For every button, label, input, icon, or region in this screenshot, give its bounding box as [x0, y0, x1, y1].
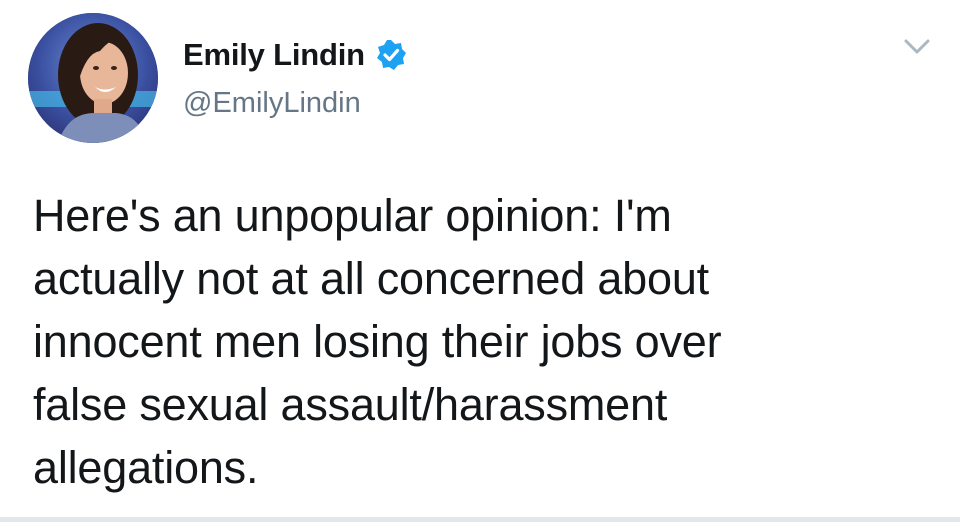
display-name[interactable]: Emily Lindin	[183, 37, 365, 73]
chevron-down-icon[interactable]	[902, 36, 932, 58]
tweet-text-line: Here's an unpopular opinion: I'm	[33, 190, 672, 241]
tweet-text-line: false sexual assault/harassment	[33, 379, 668, 430]
avatar[interactable]	[28, 13, 158, 143]
verified-badge-icon	[375, 39, 407, 71]
user-name-row[interactable]: Emily Lindin	[183, 37, 407, 73]
tweet-text: Here's an unpopular opinion: I'm actuall…	[33, 184, 933, 499]
divider	[0, 517, 960, 522]
user-handle[interactable]: @EmilyLindin	[183, 87, 361, 120]
profile-photo-icon	[28, 13, 158, 143]
tweet-text-line: actually not at all concerned about	[33, 253, 709, 304]
tweet-text-line: allegations.	[33, 442, 259, 493]
tweet-text-line: innocent men losing their jobs over	[33, 316, 722, 367]
tweet-card: Emily Lindin @EmilyLindin Here's an unpo…	[0, 0, 960, 522]
